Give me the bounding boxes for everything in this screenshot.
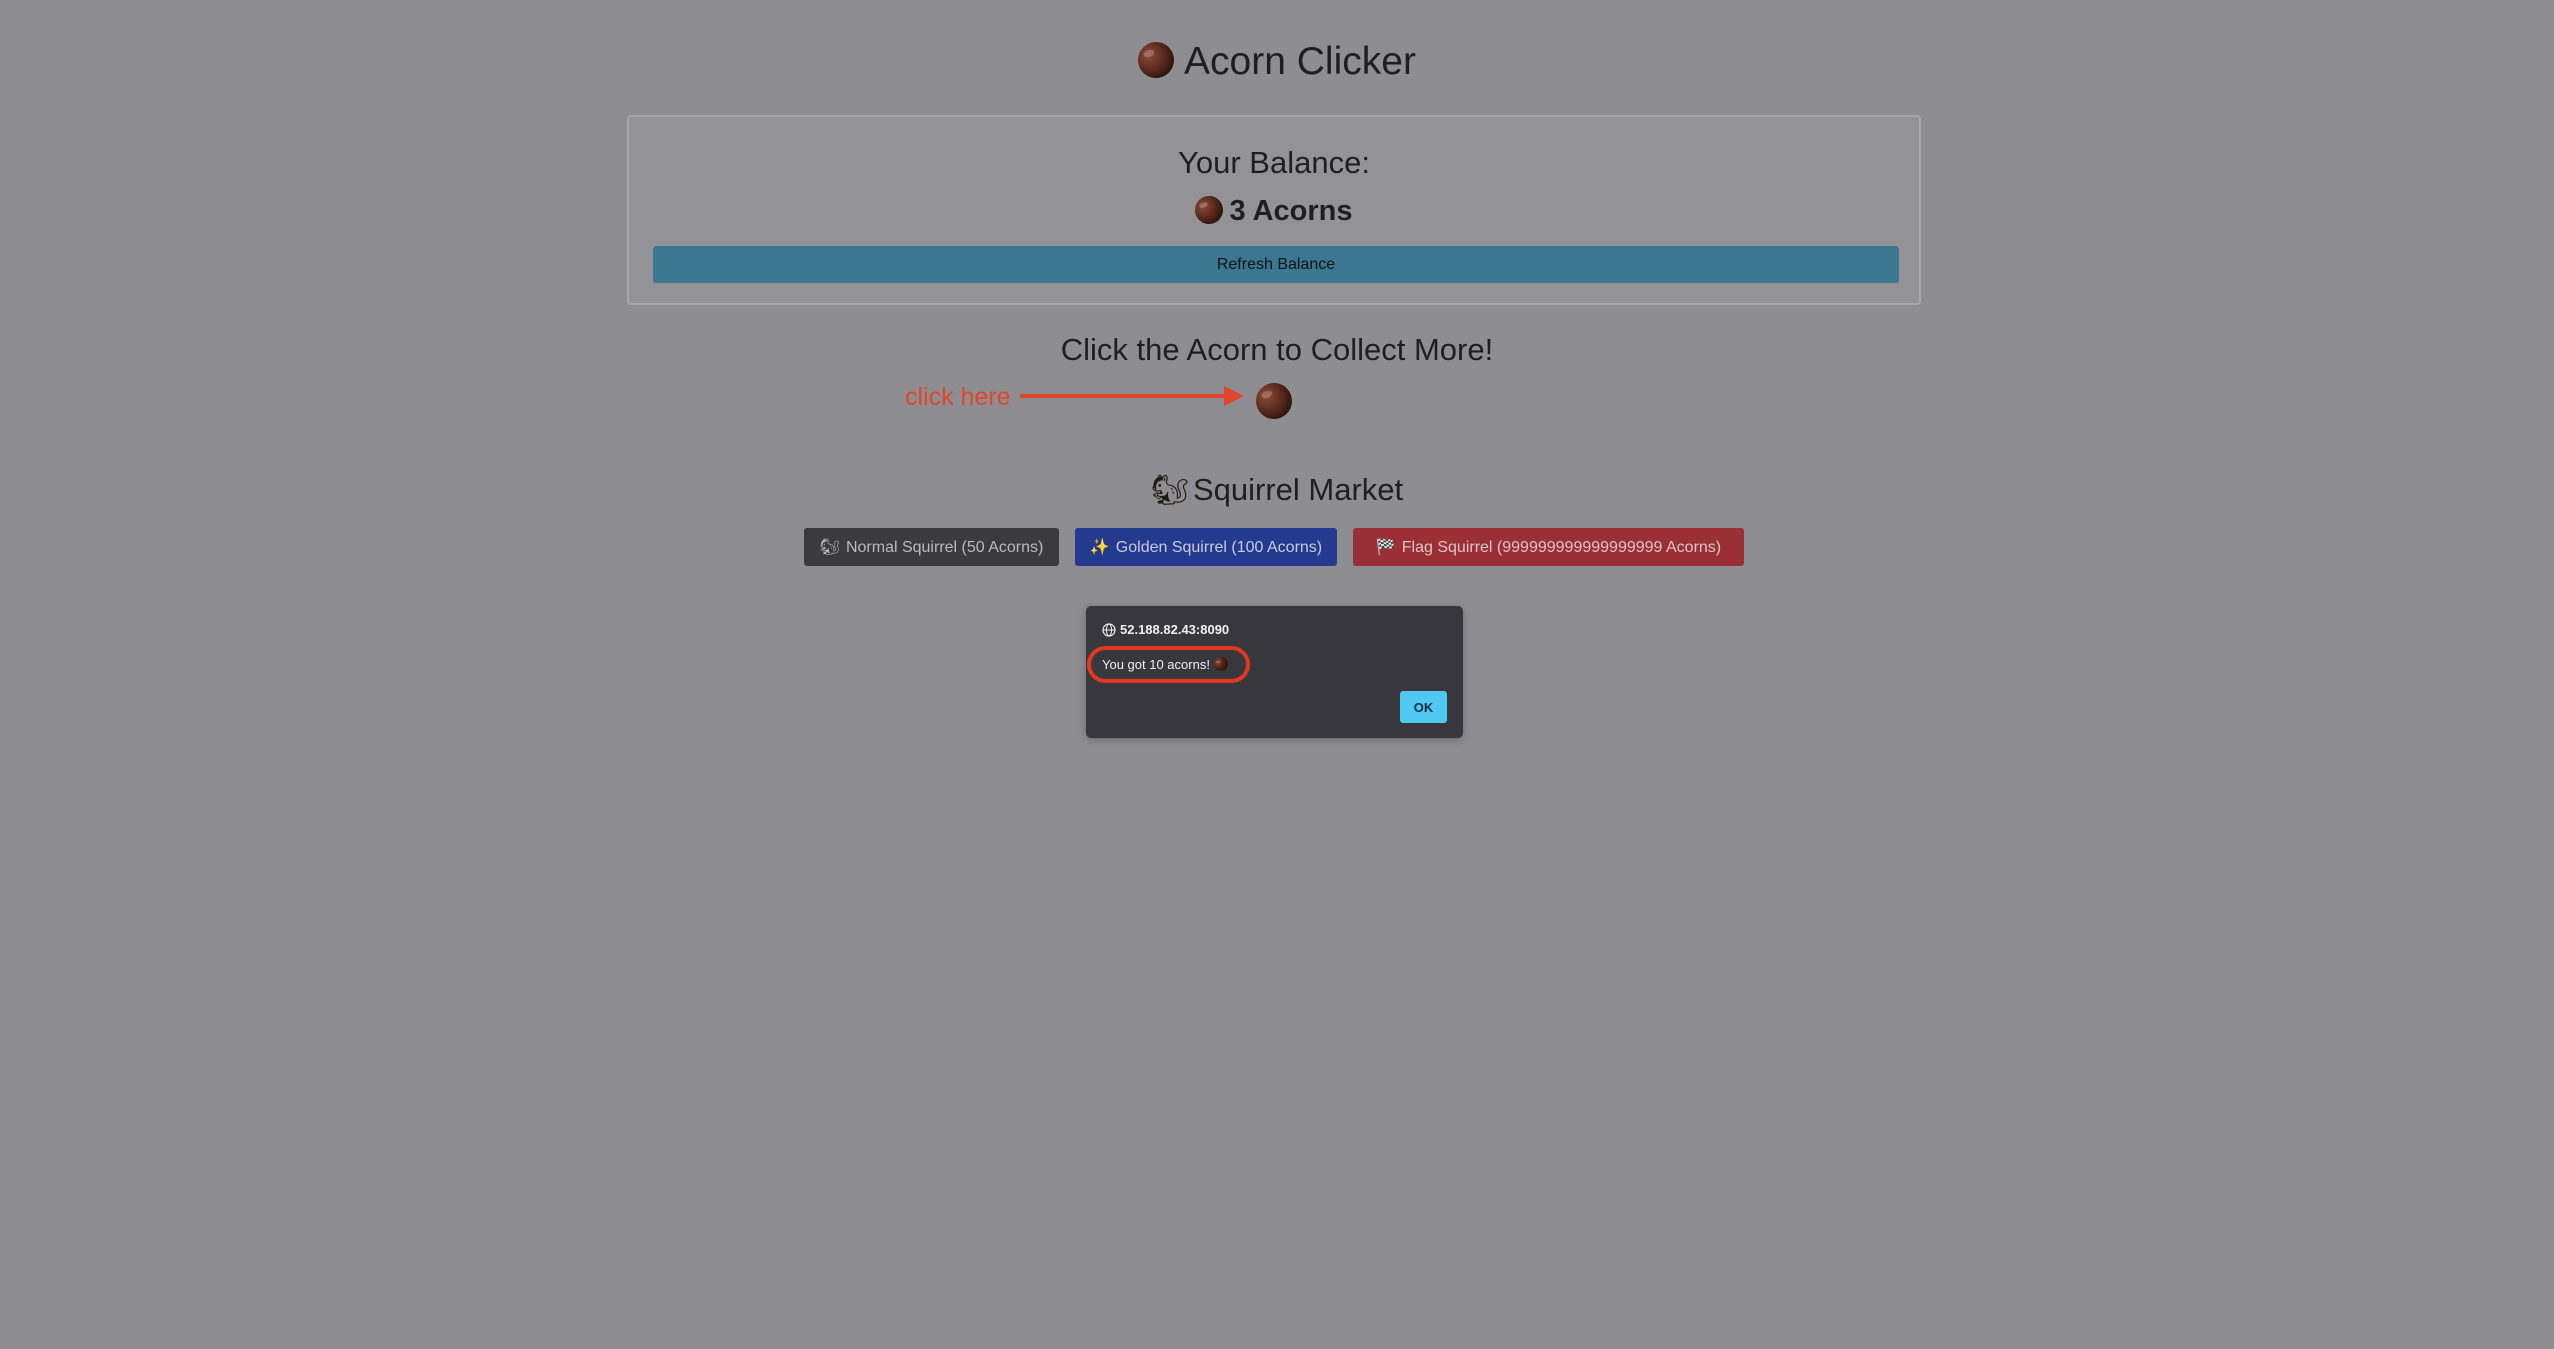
golden-squirrel-label: Golden Squirrel (100 Acorns) (1115, 539, 1323, 556)
highlight-annotation-ring (1087, 646, 1250, 683)
collect-acorn-button[interactable] (1250, 377, 1298, 425)
dialog-origin: 52.188.82.43:8090 (1102, 622, 1229, 637)
globe-icon (1102, 623, 1116, 637)
click-here-annotation: click here (905, 383, 1011, 411)
page-title: Acorn Clicker (0, 36, 2554, 84)
flag-squirrel-button[interactable]: 🏁 Flag Squirrel (999999999999999999 Acorn… (1353, 528, 1744, 566)
collect-heading: Click the Acorn to Collect More! (1060, 332, 1494, 367)
market-heading-text: Squirrel Market (1192, 472, 1404, 507)
balance-amount-text: 3 Acorns (1229, 195, 1353, 227)
market-heading: 🐿 Squirrel Market (0, 472, 2554, 508)
normal-squirrel-button[interactable]: 🐿 Normal Squirrel (50 Acorns) (804, 528, 1059, 566)
balance-amount: 3 Acorns (629, 192, 1919, 228)
squirrel-icon: 🐿 (1150, 474, 1189, 507)
balance-heading: Your Balance: (1178, 145, 1370, 180)
checkered-flag-icon: 🏁 (1375, 539, 1396, 556)
refresh-balance-button[interactable]: Refresh Balance (653, 246, 1899, 283)
sparkles-icon: ✨ (1089, 539, 1110, 556)
golden-squirrel-button[interactable]: ✨ Golden Squirrel (100 Acorns) (1075, 528, 1337, 566)
dialog-origin-text: 52.188.82.43:8090 (1120, 622, 1230, 637)
normal-squirrel-label: Normal Squirrel (50 Acorns) (845, 539, 1044, 556)
flag-squirrel-label: Flag Squirrel (999999999999999999 Acorns… (1401, 539, 1722, 556)
squirrel-icon: 🐿 (819, 539, 840, 556)
acorn-icon (1191, 192, 1228, 228)
acorn-icon (1132, 36, 1180, 84)
dialog-ok-button[interactable]: OK (1400, 691, 1447, 723)
page-title-text: Acorn Clicker (1184, 40, 1416, 83)
annotation-arrow-icon (1020, 386, 1244, 406)
balance-card: Your Balance: 3 Acorns Refresh Balance (627, 115, 1921, 305)
